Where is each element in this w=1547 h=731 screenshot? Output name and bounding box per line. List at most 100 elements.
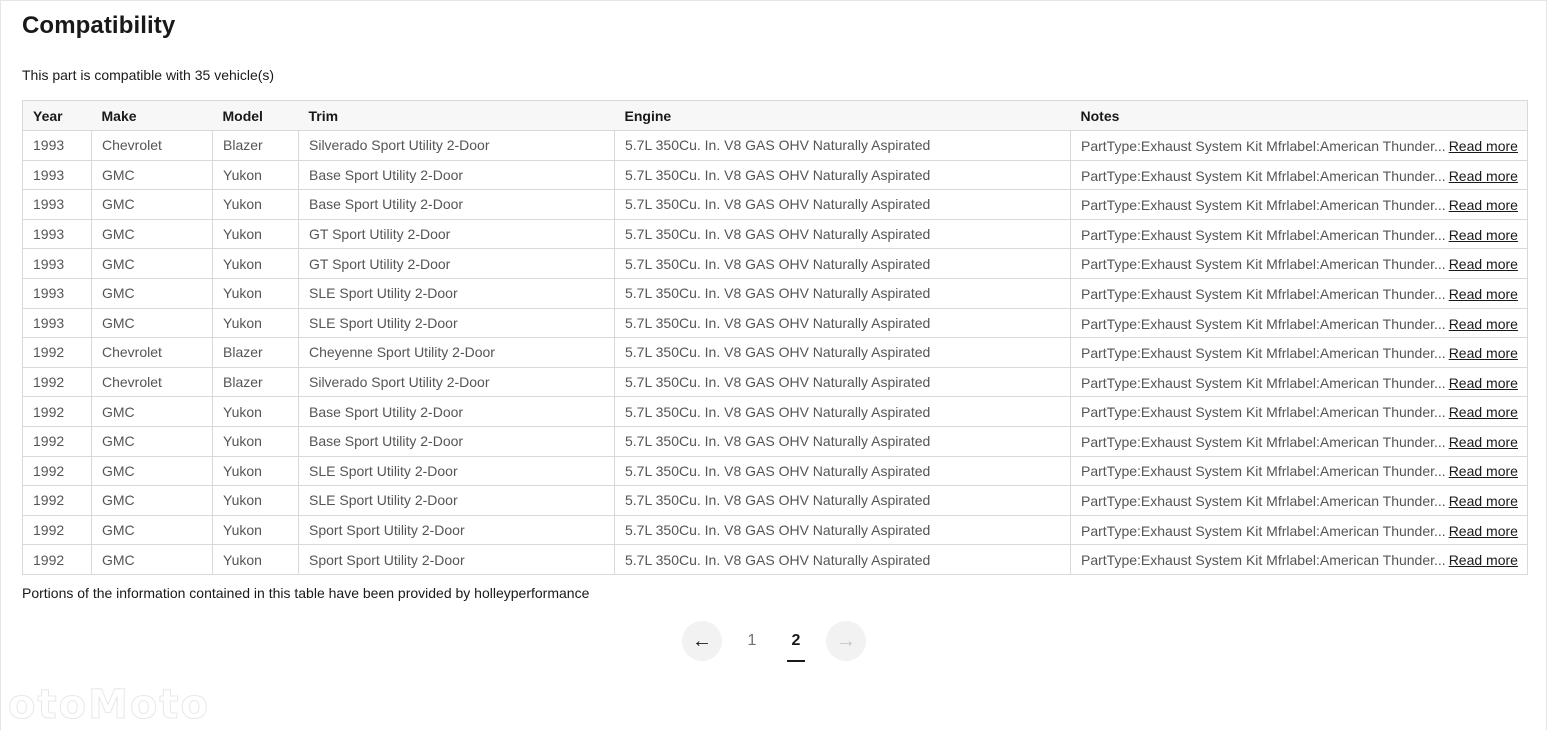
cell-engine: 5.7L 350Cu. In. V8 GAS OHV Naturally Asp… [614,218,1071,250]
cell-trim: Base Sport Utility 2-Door [298,425,615,457]
cell-make: GMC [91,455,213,487]
cell-engine: 5.7L 350Cu. In. V8 GAS OHV Naturally Asp… [614,130,1071,161]
cell-trim: GT Sport Utility 2-Door [298,248,615,279]
table-row: 1992 GMC Yukon Sport Sport Utility 2-Door 5.… [22,514,1528,546]
notes-text: PartType:Exhaust System Kit Mfrlabel:Ame… [1081,374,1446,391]
cell-year: 1993 [22,218,92,250]
notes-text: PartType:Exhaust System Kit Mfrlabel:Ame… [1081,197,1446,214]
cell-model: Yukon [212,248,299,279]
cell-make: GMC [91,307,213,339]
read-more-link[interactable]: Read more [1449,375,1518,391]
cell-notes: PartType:Exhaust System Kit Mfrlabel:Ame… [1070,337,1528,368]
cell-engine: 5.7L 350Cu. In. V8 GAS OHV Naturally Asp… [614,159,1071,191]
compatibility-count: This part is compatible with 35 vehicle(… [22,67,275,83]
header-model: Model [212,100,299,131]
table-body: 1993 Chevrolet Blazer Silverado Sport Utili… [22,130,1528,575]
cell-model: Yukon [212,277,299,309]
table-row: 1992 GMC Yukon Sport Sport Utility 2-Door 5.… [22,544,1528,575]
cell-make: GMC [91,396,213,427]
read-more-link[interactable]: Read more [1449,404,1518,420]
cell-model: Yukon [212,455,299,487]
cell-notes: PartType:Exhaust System Kit Mfrlabel:Ame… [1070,218,1528,250]
cell-year: 1992 [22,455,92,487]
cell-make: GMC [91,277,213,309]
notes-text: PartType:Exhaust System Kit Mfrlabel:Ame… [1081,256,1446,273]
read-more-link[interactable]: Read more [1449,168,1518,184]
cell-engine: 5.7L 350Cu. In. V8 GAS OHV Naturally Asp… [614,544,1071,575]
table-row: 1993 GMC Yukon Base Sport Utility 2-Door 5.7… [22,159,1528,191]
cell-make: GMC [91,425,213,457]
cell-make: GMC [91,485,213,516]
cell-notes: PartType:Exhaust System Kit Mfrlabel:Ame… [1070,189,1528,220]
table-row: 1992 GMC Yukon Base Sport Utility 2-Door 5.7… [22,396,1528,427]
notes-text: PartType:Exhaust System Kit Mfrlabel:Ame… [1081,167,1446,184]
cell-year: 1992 [22,425,92,457]
cell-model: Yukon [212,189,299,220]
pagination: ← 1 2 → [682,620,866,662]
cell-year: 1992 [22,514,92,546]
cell-engine: 5.7L 350Cu. In. V8 GAS OHV Naturally Asp… [614,248,1071,279]
notes-text: PartType:Exhaust System Kit Mfrlabel:Ame… [1081,137,1446,154]
cell-trim: Base Sport Utility 2-Door [298,396,615,427]
cell-model: Blazer [212,366,299,398]
data-source-footnote: Portions of the information contained in… [22,585,590,601]
cell-engine: 5.7L 350Cu. In. V8 GAS OHV Naturally Asp… [614,485,1071,516]
read-more-link[interactable]: Read more [1449,138,1518,154]
read-more-link[interactable]: Read more [1449,256,1518,272]
cell-engine: 5.7L 350Cu. In. V8 GAS OHV Naturally Asp… [614,189,1071,220]
read-more-link[interactable]: Read more [1449,434,1518,450]
cell-notes: PartType:Exhaust System Kit Mfrlabel:Ame… [1070,455,1528,487]
cell-year: 1993 [22,307,92,339]
read-more-link[interactable]: Read more [1449,463,1518,479]
cell-trim: Silverado Sport Utility 2-Door [298,130,615,161]
read-more-link[interactable]: Read more [1449,316,1518,332]
next-page-button[interactable]: → [826,621,866,661]
notes-text: PartType:Exhaust System Kit Mfrlabel:Ame… [1081,315,1446,332]
cell-make: GMC [91,514,213,546]
cell-year: 1992 [22,544,92,575]
cell-notes: PartType:Exhaust System Kit Mfrlabel:Ame… [1070,277,1528,309]
read-more-link[interactable]: Read more [1449,197,1518,213]
table-row: 1993 Chevrolet Blazer Silverado Sport Utili… [22,130,1528,161]
cell-trim: GT Sport Utility 2-Door [298,218,615,250]
read-more-link[interactable]: Read more [1449,523,1518,539]
read-more-link[interactable]: Read more [1449,493,1518,509]
read-more-link[interactable]: Read more [1449,286,1518,302]
notes-text: PartType:Exhaust System Kit Mfrlabel:Ame… [1081,285,1446,302]
notes-text: PartType:Exhaust System Kit Mfrlabel:Ame… [1081,552,1446,569]
cell-engine: 5.7L 350Cu. In. V8 GAS OHV Naturally Asp… [614,425,1071,457]
cell-engine: 5.7L 350Cu. In. V8 GAS OHV Naturally Asp… [614,396,1071,427]
previous-page-button[interactable]: ← [682,621,722,661]
cell-trim: Cheyenne Sport Utility 2-Door [298,337,615,368]
cell-year: 1993 [22,277,92,309]
cell-trim: SLE Sport Utility 2-Door [298,455,615,487]
cell-notes: PartType:Exhaust System Kit Mfrlabel:Ame… [1070,130,1528,161]
cell-year: 1993 [22,189,92,220]
cell-trim: Sport Sport Utility 2-Door [298,514,615,546]
cell-year: 1992 [22,485,92,516]
notes-text: PartType:Exhaust System Kit Mfrlabel:Ame… [1081,345,1446,362]
cell-make: GMC [91,218,213,250]
table-row: 1993 GMC Yukon SLE Sport Utility 2-Door 5.7L… [22,277,1528,309]
cell-engine: 5.7L 350Cu. In. V8 GAS OHV Naturally Asp… [614,337,1071,368]
table-row: 1993 GMC Yukon GT Sport Utility 2-Door 5.7L … [22,218,1528,250]
cell-notes: PartType:Exhaust System Kit Mfrlabel:Ame… [1070,366,1528,398]
page-2-current[interactable]: 2 [774,620,818,662]
notes-text: PartType:Exhaust System Kit Mfrlabel:Ame… [1081,226,1446,243]
cell-year: 1993 [22,159,92,191]
read-more-link[interactable]: Read more [1449,345,1518,361]
header-make: Make [91,100,213,131]
cell-make: GMC [91,159,213,191]
compatibility-table-wrapper: Year Make Model Trim Engine Notes 1993 Ch… [22,100,1528,575]
table-row: 1992 GMC Yukon SLE Sport Utility 2-Door 5.7L… [22,485,1528,516]
cell-year: 1993 [22,248,92,279]
cell-make: GMC [91,248,213,279]
page-1-link[interactable]: 1 [730,620,774,662]
cell-trim: Silverado Sport Utility 2-Door [298,366,615,398]
cell-engine: 5.7L 350Cu. In. V8 GAS OHV Naturally Asp… [614,366,1071,398]
read-more-link[interactable]: Read more [1449,227,1518,243]
cell-model: Yukon [212,514,299,546]
cell-model: Yukon [212,159,299,191]
notes-text: PartType:Exhaust System Kit Mfrlabel:Ame… [1081,463,1446,480]
read-more-link[interactable]: Read more [1449,552,1518,568]
